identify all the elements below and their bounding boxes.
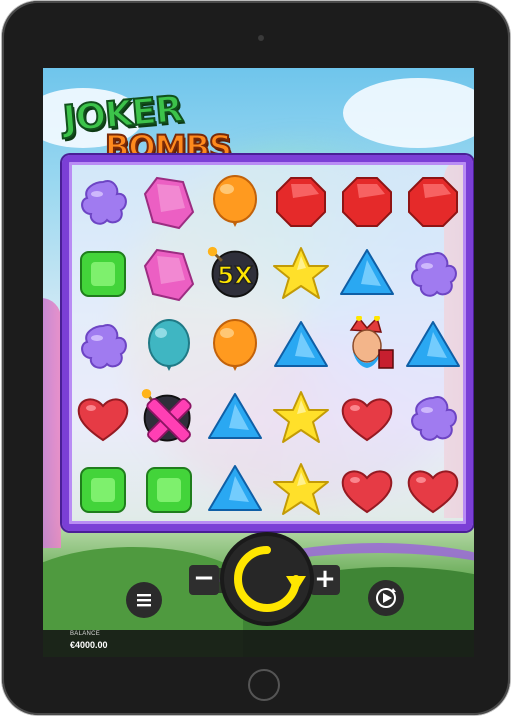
red-heart-icon bbox=[341, 470, 393, 514]
reel-cell bbox=[337, 388, 397, 448]
red-octagon-icon bbox=[342, 177, 392, 227]
red-octagon-icon bbox=[276, 177, 326, 227]
autoplay-icon bbox=[376, 588, 396, 608]
pink-gem-icon bbox=[143, 176, 195, 230]
bomb-cross-icon bbox=[141, 388, 192, 443]
red-heart-icon bbox=[407, 470, 459, 514]
game-screen: JOKER BOMBS 5X − + BALANCE €4000.00 bbox=[43, 68, 474, 657]
reel-cell bbox=[73, 244, 133, 304]
hamburger-menu-icon bbox=[137, 594, 151, 607]
spin-arrow-icon bbox=[234, 546, 306, 612]
reel-cell bbox=[139, 388, 199, 448]
reel-cell bbox=[139, 460, 199, 520]
reel-cell bbox=[205, 172, 265, 232]
purple-blob-icon bbox=[81, 324, 127, 369]
reel-cell bbox=[403, 460, 463, 520]
reel-cell bbox=[205, 388, 265, 448]
reel-cell bbox=[73, 172, 133, 232]
reel-cell bbox=[403, 388, 463, 448]
reel-cell bbox=[73, 316, 133, 376]
balance-bar bbox=[43, 630, 474, 657]
reel-cell bbox=[403, 244, 463, 304]
bet-increase-button[interactable]: + bbox=[310, 565, 340, 595]
teal-balloon-icon bbox=[148, 319, 190, 371]
reel-cell bbox=[403, 316, 463, 376]
reel-cell: 5X bbox=[205, 244, 265, 304]
reel-cell bbox=[139, 172, 199, 232]
cloud bbox=[343, 78, 474, 148]
orange-balloon-icon bbox=[213, 319, 257, 371]
red-heart-icon bbox=[77, 398, 129, 442]
yellow-star-icon bbox=[273, 391, 329, 443]
purple-blob-icon bbox=[411, 396, 457, 441]
reel-cell bbox=[271, 388, 331, 448]
spin-button[interactable] bbox=[224, 536, 310, 622]
reel-cell bbox=[337, 244, 397, 304]
reel-cell bbox=[271, 244, 331, 304]
reel-cell bbox=[271, 316, 331, 376]
reel-cell bbox=[271, 172, 331, 232]
joker-wild-icon bbox=[349, 316, 394, 369]
reel-cell bbox=[337, 460, 397, 520]
blue-triangle-icon bbox=[274, 321, 328, 367]
orange-balloon-icon bbox=[213, 175, 257, 227]
purple-blob-icon bbox=[81, 180, 127, 225]
balance-value: €4000.00 bbox=[70, 640, 108, 650]
home-button[interactable] bbox=[248, 669, 280, 701]
menu-button[interactable] bbox=[126, 582, 162, 618]
reel-cell bbox=[139, 244, 199, 304]
red-octagon-icon bbox=[408, 177, 458, 227]
autoplay-button[interactable] bbox=[368, 580, 404, 616]
red-heart-icon bbox=[341, 398, 393, 442]
green-square-icon bbox=[146, 467, 192, 513]
reel-cell bbox=[337, 316, 397, 376]
yellow-star-icon bbox=[273, 463, 329, 515]
reel-board: 5X bbox=[62, 155, 473, 531]
balance-label: BALANCE bbox=[70, 631, 101, 637]
background-tower-left bbox=[43, 298, 61, 548]
pink-gem-icon bbox=[143, 248, 195, 302]
tablet-frame: JOKER BOMBS 5X − + BALANCE €4000.00 bbox=[2, 1, 510, 715]
reel-cell bbox=[403, 172, 463, 232]
blue-triangle-icon bbox=[208, 465, 262, 511]
bet-decrease-button[interactable]: − bbox=[189, 565, 219, 595]
blue-triangle-icon bbox=[340, 249, 394, 295]
reel-cell bbox=[337, 172, 397, 232]
green-square-icon bbox=[80, 467, 126, 513]
reel-cell bbox=[205, 460, 265, 520]
reel-cell bbox=[205, 316, 265, 376]
reel-cell bbox=[139, 316, 199, 376]
reel-cell bbox=[271, 460, 331, 520]
blue-triangle-icon bbox=[406, 321, 460, 367]
svg-text:5X: 5X bbox=[217, 260, 253, 289]
symbol-grid: 5X bbox=[73, 166, 463, 526]
blue-triangle-icon bbox=[208, 393, 262, 439]
bomb-5x-icon: 5X bbox=[207, 246, 259, 298]
yellow-star-icon bbox=[273, 247, 329, 299]
green-square-icon bbox=[80, 251, 126, 297]
purple-blob-icon bbox=[411, 252, 457, 297]
camera-dot bbox=[258, 35, 264, 41]
reel-cell bbox=[73, 388, 133, 448]
reel-cell bbox=[73, 460, 133, 520]
